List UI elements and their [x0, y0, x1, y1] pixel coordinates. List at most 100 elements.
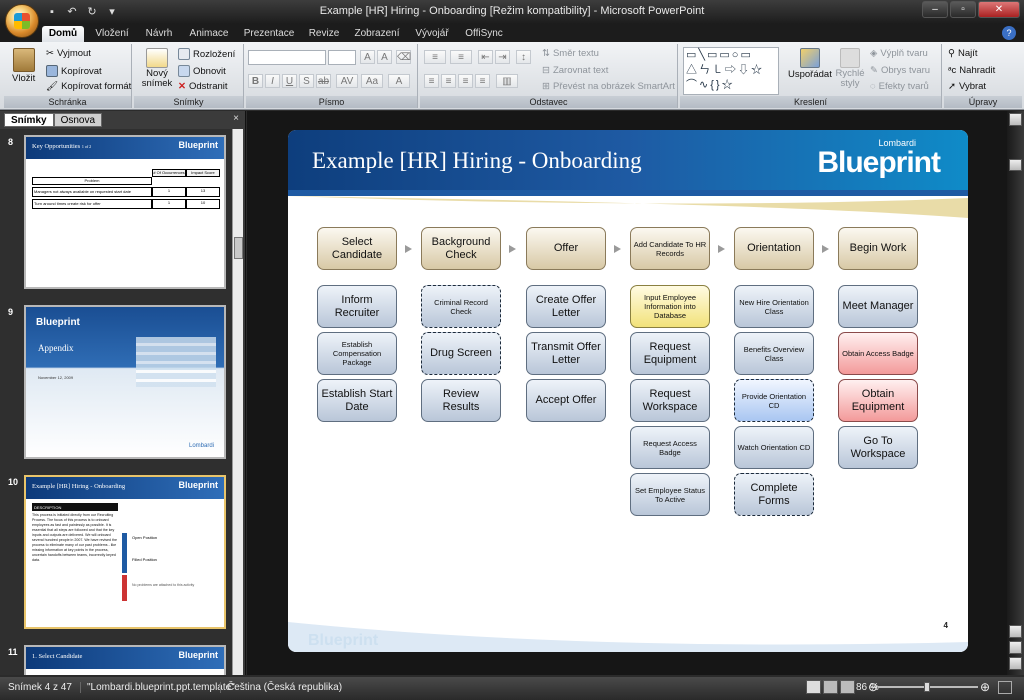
process-activity[interactable]: Create Offer Letter: [526, 285, 606, 328]
arrange-button[interactable]: Uspořádat: [788, 48, 832, 80]
italic-icon[interactable]: I: [265, 74, 280, 88]
convert-smartart-button[interactable]: ⊞ Převést na obrázek SmartArt: [542, 81, 675, 92]
process-activity[interactable]: Transmit Offer Letter: [526, 332, 606, 375]
paste-button[interactable]: Vložit: [12, 48, 35, 84]
align-right-icon[interactable]: ≡: [458, 74, 473, 88]
scroll-up-icon[interactable]: [1009, 113, 1022, 126]
tab-view[interactable]: Zobrazení: [350, 26, 404, 42]
bold-icon[interactable]: B: [248, 74, 263, 88]
previous-slide-icon[interactable]: [1009, 641, 1022, 654]
tab-home[interactable]: Domů: [42, 26, 84, 42]
font-color-icon[interactable]: A: [388, 74, 410, 88]
help-icon[interactable]: ?: [1002, 26, 1016, 40]
decrease-indent-icon[interactable]: ⇤: [478, 50, 493, 64]
grow-font-icon[interactable]: A: [360, 50, 375, 64]
process-activity[interactable]: Accept Offer: [526, 379, 606, 422]
process-activity[interactable]: Meet Manager: [838, 285, 918, 328]
tab-offisync[interactable]: OffiSync: [460, 26, 508, 42]
tab-review[interactable]: Revize: [306, 26, 342, 42]
numbering-icon[interactable]: ≡: [450, 50, 472, 64]
tab-slides-thumbnails[interactable]: Snímky: [4, 113, 54, 127]
process-activity[interactable]: New Hire Orientation Class: [734, 285, 814, 328]
undo-icon[interactable]: ↶: [64, 4, 80, 20]
tab-insert[interactable]: Vložení: [92, 26, 132, 42]
zoom-out-icon[interactable]: ⊖: [868, 680, 878, 694]
slideshow-icon[interactable]: [840, 680, 855, 694]
tab-design[interactable]: Návrh: [140, 26, 178, 42]
shape-outline-button[interactable]: ✎ Obrys tvaru: [870, 65, 930, 76]
shrink-font-icon[interactable]: A: [377, 50, 392, 64]
slide-thumbnail-9[interactable]: Blueprint Appendix November 12, 2009 Lom…: [24, 305, 226, 459]
find-button[interactable]: ⚲ Najít: [948, 48, 978, 59]
slide-thumbnail-11[interactable]: 1. Select Candidate Blueprint: [24, 645, 226, 675]
process-activity[interactable]: Establish Compensation Package: [317, 332, 397, 375]
process-activity[interactable]: Watch Orientation CD: [734, 426, 814, 469]
font-size-combo[interactable]: [328, 50, 356, 65]
minimize-button[interactable]: –: [922, 1, 948, 18]
increase-indent-icon[interactable]: ⇥: [495, 50, 510, 64]
process-activity[interactable]: Request Workspace: [630, 379, 710, 422]
process-activity[interactable]: Obtain Access Badge: [838, 332, 918, 375]
office-button[interactable]: [5, 4, 39, 38]
process-activity[interactable]: Drug Screen: [421, 332, 501, 375]
process-activity[interactable]: Provide Orientation CD: [734, 379, 814, 422]
columns-icon[interactable]: ▥: [496, 74, 518, 88]
zoom-in-icon[interactable]: ⊕: [980, 680, 990, 694]
replace-button[interactable]: ᵃc Nahradit: [948, 65, 995, 76]
process-activity[interactable]: Obtain Equipment: [838, 379, 918, 422]
process-activity[interactable]: Request Equipment: [630, 332, 710, 375]
fit-to-window-icon[interactable]: [998, 681, 1012, 694]
process-activity[interactable]: Establish Start Date: [317, 379, 397, 422]
scrollbar-thumb[interactable]: [234, 237, 243, 259]
reset-button[interactable]: Obnovit: [178, 65, 226, 77]
cut-button[interactable]: ✂ Vyjmout: [46, 48, 91, 59]
shapes-gallery[interactable]: ▭╲▭▭○▭ △ㄣ㇄⇨⇩☆ ⌒∿{}☆: [683, 47, 779, 95]
align-text-button[interactable]: ⊟ Zarovnat text: [542, 65, 608, 76]
next-slide-icon[interactable]: [1009, 657, 1022, 670]
customize-qat-icon[interactable]: ▾: [104, 4, 120, 20]
align-center-icon[interactable]: ≡: [441, 74, 456, 88]
tab-developer[interactable]: Vývojář: [412, 26, 452, 42]
process-activity[interactable]: Input Employee Information into Database: [630, 285, 710, 328]
process-step-header[interactable]: Add Candidate To HR Records: [630, 227, 710, 270]
save-icon[interactable]: ▪: [44, 4, 60, 20]
tab-outline[interactable]: Osnova: [53, 113, 103, 127]
font-name-combo[interactable]: [248, 50, 326, 65]
process-activity[interactable]: Benefits Overview Class: [734, 332, 814, 375]
tab-animations[interactable]: Animace: [186, 26, 232, 42]
shadow-icon[interactable]: S: [299, 74, 314, 88]
char-spacing-icon[interactable]: AV: [336, 74, 358, 88]
slide-thumbnail-8[interactable]: Key Opportunities 1 of 2 Blueprint # Of O…: [24, 135, 226, 289]
process-activity[interactable]: Review Results: [421, 379, 501, 422]
bullets-icon[interactable]: ≡: [424, 50, 446, 64]
normal-view-icon[interactable]: [806, 680, 821, 694]
process-activity[interactable]: Inform Recruiter: [317, 285, 397, 328]
redo-icon[interactable]: ↻: [84, 4, 100, 20]
process-step-header[interactable]: Begin Work: [838, 227, 918, 270]
layout-button[interactable]: Rozložení: [178, 48, 235, 60]
process-activity[interactable]: Criminal Record Check: [421, 285, 501, 328]
delete-slide-button[interactable]: ✕ Odstranit: [178, 81, 228, 92]
underline-icon[interactable]: U: [282, 74, 297, 88]
justify-icon[interactable]: ≡: [475, 74, 490, 88]
slide-title[interactable]: Example [HR] Hiring - Onboarding: [312, 148, 642, 174]
slide-thumbnail-10[interactable]: Example [HR] Hiring - Onboarding Blueprin…: [24, 475, 226, 629]
process-activity[interactable]: Go To Workspace: [838, 426, 918, 469]
process-activity[interactable]: Set Employee Status To Active: [630, 473, 710, 516]
thumbnail-scrollbar[interactable]: [232, 129, 243, 675]
process-step-header[interactable]: Offer: [526, 227, 606, 270]
process-step-header[interactable]: Select Candidate: [317, 227, 397, 270]
process-activity[interactable]: Request Access Badge: [630, 426, 710, 469]
language-indicator[interactable]: Čeština (Česká republika): [220, 682, 342, 693]
tab-slideshow[interactable]: Prezentace: [240, 26, 298, 42]
scroll-down-icon[interactable]: [1009, 625, 1022, 638]
select-button[interactable]: ➚ Vybrat: [948, 81, 986, 92]
process-activity[interactable]: Complete Forms: [734, 473, 814, 516]
close-button[interactable]: ✕: [978, 1, 1020, 18]
process-step-header[interactable]: Orientation: [734, 227, 814, 270]
slide-scrollbar[interactable]: [1007, 111, 1024, 675]
text-direction-button[interactable]: ⇅ Směr textu: [542, 48, 599, 59]
new-slide-button[interactable]: Nový snímek: [140, 48, 174, 89]
panel-close-icon[interactable]: ×: [233, 113, 239, 124]
scrollbar-thumb[interactable]: [1009, 159, 1022, 171]
